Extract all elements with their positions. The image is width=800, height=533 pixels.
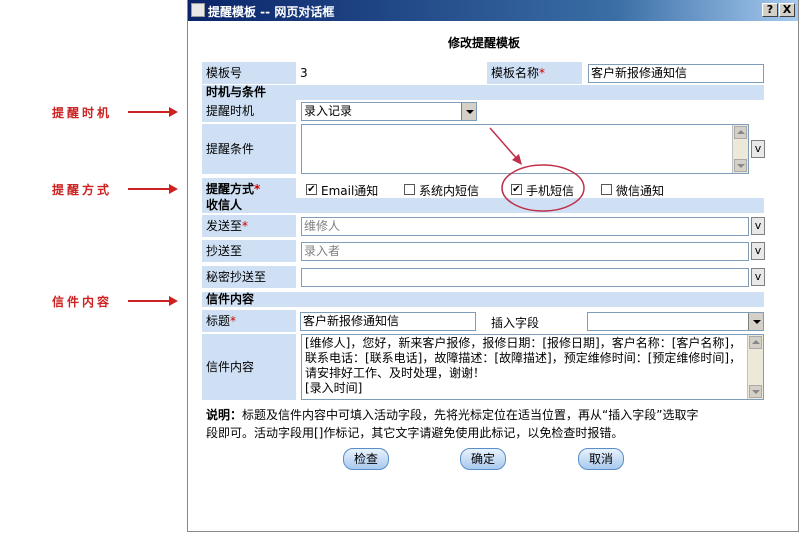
annotation-remind-method: 提醒方式: [52, 183, 113, 197]
highlight-circle: [501, 164, 585, 212]
annotation-letter-content: 信件内容: [52, 295, 113, 309]
content-text: [维修人]，您好，新来客户报修，报修日期：[报修日期]，客户名称：[客户名称]，…: [305, 336, 742, 395]
insert-field-label: 插入字段: [491, 316, 540, 330]
highlight-overlay: [489, 127, 585, 212]
chevron-down-icon[interactable]: [748, 313, 763, 330]
cancel-button[interactable]: 取消: [578, 448, 624, 470]
bcc-input[interactable]: [301, 268, 749, 287]
annotation-arrow-remind-method: [128, 184, 178, 194]
section-letter-content: 信件内容: [202, 292, 764, 307]
content-scrollbar[interactable]: [747, 335, 763, 399]
bcc-label: 秘密抄送至: [202, 266, 296, 288]
annotation-arrow-letter-content: [128, 296, 178, 306]
note-text: 说明：标题及信件内容中可填入活动字段，先将光标定位在适当位置，再从“插入字段”选…: [206, 408, 699, 440]
annotation-arrow-remind-time: [128, 107, 178, 117]
content-textarea[interactable]: [维修人]，您好，新来客户报修，报修日期：[报修日期]，客户名称：[客户名称]，…: [301, 334, 764, 400]
scroll-up-icon[interactable]: [749, 336, 762, 349]
subject-input[interactable]: 客户新报修通知信: [300, 312, 476, 331]
highlight-arrow-line: [489, 127, 519, 161]
content-label: 信件内容: [202, 334, 296, 400]
scroll-down-icon[interactable]: [749, 385, 762, 398]
annotation-remind-time: 提醒时机: [52, 106, 113, 120]
ok-button[interactable]: 确定: [460, 448, 506, 470]
check-button[interactable]: 检查: [343, 448, 389, 470]
dialog-window: 提醒模板 -- 网页对话框 ? X 修改提醒模板 模板号 3 模板名称* 客户新…: [187, 0, 799, 532]
insert-field-select[interactable]: [587, 312, 764, 331]
bcc-v-button[interactable]: v: [751, 268, 765, 286]
subject-label: 标题*: [202, 310, 296, 332]
